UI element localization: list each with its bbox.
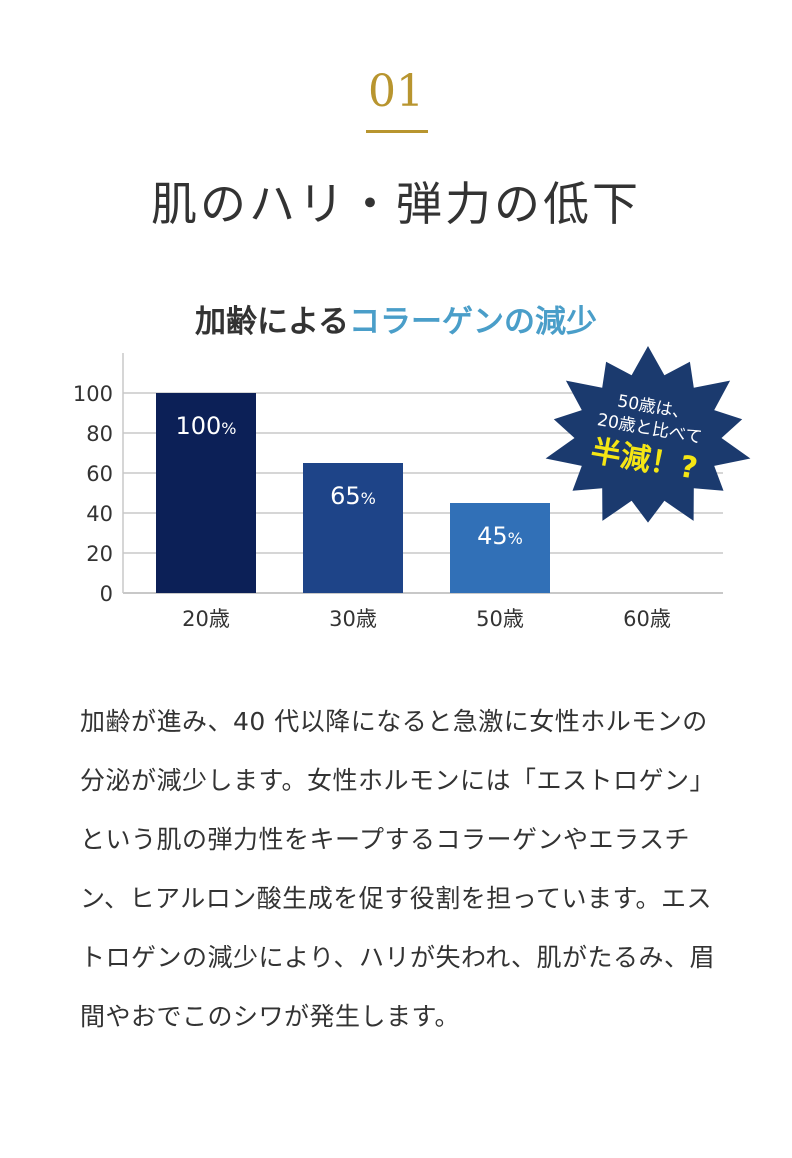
y-tick-label: 60 [86, 462, 113, 486]
body-text: 加齢が進み、40 代以降になると急激に女性ホルモンの分泌が減少します。女性ホルモ… [80, 707, 716, 1031]
y-tick-label: 40 [86, 502, 113, 526]
y-tick-label: 80 [86, 422, 113, 446]
y-tick-label: 0 [100, 582, 113, 606]
y-tick-label: 20 [86, 542, 113, 566]
x-tick-label: 60歳 [623, 607, 671, 631]
y-tick-label: 100 [73, 382, 113, 406]
x-tick-label: 50歳 [476, 607, 524, 631]
x-tick-label: 20歳 [182, 607, 230, 631]
bar-chart: 020406080100100%20歳65%30歳45%50歳 60歳50歳は、2… [73, 346, 751, 631]
x-tick-label: 30歳 [329, 607, 377, 631]
